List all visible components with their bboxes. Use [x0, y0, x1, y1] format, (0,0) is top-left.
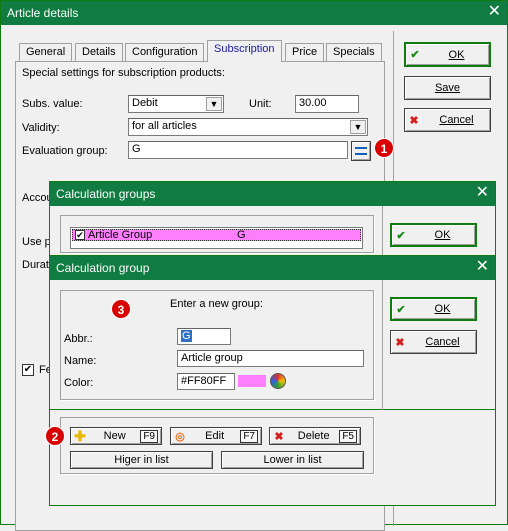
- new-group-button[interactable]: ✚ New F9: [70, 427, 162, 445]
- delete-group-button[interactable]: ✖ Delete F5: [269, 427, 361, 445]
- cancel-label: Cancel: [439, 114, 474, 126]
- ok-button[interactable]: ✔ OK: [404, 42, 491, 67]
- validity-selected: for all articles: [132, 120, 197, 132]
- list-item-name: Article Group: [88, 229, 153, 241]
- color-label: Color:: [64, 377, 94, 389]
- list-item[interactable]: ✔ Article Group G: [72, 229, 361, 241]
- tab-configuration[interactable]: Configuration: [125, 43, 205, 61]
- evaluation-group-picker-button[interactable]: [351, 141, 371, 161]
- unit-field[interactable]: 30.00: [295, 95, 359, 113]
- tab-general[interactable]: General: [19, 43, 73, 61]
- annotation-badge-1: 1: [374, 138, 394, 158]
- checkmark-icon: ✔: [396, 303, 406, 316]
- ok-label: OK: [434, 303, 451, 315]
- abbr-label: Abbr.:: [64, 333, 93, 345]
- subs-value-label: Subs. value:: [22, 98, 83, 110]
- tab-specials[interactable]: Specials: [326, 43, 382, 61]
- use-label-partial: Use p: [22, 236, 51, 248]
- calculation-group-title: Calculation group: [56, 261, 150, 275]
- close-icon[interactable]: ✕: [476, 258, 489, 276]
- edit-ring-icon: ◎: [175, 430, 185, 443]
- groups-list[interactable]: ✔ Article Group G: [70, 227, 363, 249]
- calculation-group-titlebar: Calculation group ✕: [50, 256, 495, 280]
- fe-checkbox[interactable]: ✔: [22, 364, 34, 376]
- tab-details[interactable]: Details: [75, 43, 123, 61]
- evaluation-group-field[interactable]: G: [128, 141, 348, 159]
- new-shortcut-key: F9: [140, 429, 158, 443]
- new-group-prompt: Enter a new group:: [170, 298, 263, 310]
- save-button[interactable]: Save: [404, 76, 491, 100]
- list-icon: [355, 147, 367, 155]
- lower-label: Lower in list: [263, 454, 322, 466]
- evaluation-group-label: Evaluation group:: [22, 145, 108, 157]
- edit-shortcut-key: F7: [240, 429, 258, 443]
- annotation-badge-2: 2: [45, 426, 65, 446]
- cancel-x-icon: ✖: [395, 336, 405, 349]
- edit-label: Edit: [205, 430, 225, 442]
- new-label: New: [103, 430, 126, 442]
- cancel-label: Cancel: [425, 336, 460, 348]
- color-swatch: [238, 375, 266, 387]
- list-item-checkbox[interactable]: ✔: [75, 230, 85, 240]
- duration-label-partial: Durati: [22, 259, 52, 271]
- unit-label: Unit:: [249, 98, 272, 110]
- calculation-group-window: Calculation group ✕ Enter a new group: A…: [49, 255, 496, 410]
- chevron-down-icon[interactable]: ▼: [206, 97, 222, 111]
- delete-label: Delete: [297, 430, 330, 442]
- name-field[interactable]: Article group: [177, 350, 364, 367]
- list-item-abbr: G: [237, 229, 246, 241]
- cancel-button[interactable]: ✖ Cancel: [404, 108, 491, 132]
- tab-subscription[interactable]: Subscription: [207, 40, 282, 62]
- checkmark-icon: ✔: [410, 49, 420, 61]
- chevron-down-icon[interactable]: ▼: [350, 120, 366, 134]
- subs-value-select[interactable]: Debit ▼: [128, 95, 224, 113]
- vertical-divider: [382, 280, 383, 410]
- ok-label: OK: [434, 229, 451, 241]
- higher-label: Higer in list: [114, 454, 169, 466]
- plus-icon: ✚: [74, 427, 86, 444]
- account-label-partial: Accou: [22, 192, 53, 204]
- edit-group-button[interactable]: ◎ Edit F7: [170, 427, 262, 445]
- close-icon[interactable]: ✕: [488, 3, 501, 21]
- palette-icon[interactable]: [270, 373, 286, 389]
- annotation-badge-3: 3: [111, 299, 131, 319]
- calc-group-cancel-button[interactable]: ✖ Cancel: [390, 330, 477, 354]
- calc-group-ok-button[interactable]: ✔ OK: [390, 297, 477, 321]
- article-details-titlebar: Article details ✕: [1, 1, 507, 25]
- calculation-groups-titlebar: Calculation groups ✕: [50, 182, 495, 206]
- close-icon[interactable]: ✕: [476, 184, 489, 202]
- article-details-title: Article details: [7, 6, 79, 20]
- tab-price[interactable]: Price: [285, 43, 325, 61]
- subs-value-selected: Debit: [132, 97, 158, 109]
- validity-label: Validity:: [22, 122, 60, 134]
- delete-shortcut-key: F5: [339, 429, 357, 443]
- cancel-x-icon: ✖: [409, 114, 419, 127]
- lower-in-list-button[interactable]: Lower in list: [221, 451, 364, 469]
- validity-select[interactable]: for all articles ▼: [128, 118, 368, 136]
- subscription-description: Special settings for subscription produc…: [22, 67, 225, 79]
- abbr-field[interactable]: G: [177, 328, 231, 345]
- calc-groups-ok-button[interactable]: ✔ OK: [390, 223, 477, 247]
- calculation-groups-title: Calculation groups: [56, 187, 156, 201]
- abbr-value: G: [181, 330, 192, 342]
- ok-label: OK: [448, 48, 465, 61]
- checkmark-icon: ✔: [396, 229, 406, 242]
- delete-x-icon: ✖: [274, 430, 284, 443]
- name-label: Name:: [64, 355, 97, 367]
- color-field[interactable]: #FF80FF: [177, 373, 235, 390]
- save-label: Save: [434, 82, 461, 94]
- higher-in-list-button[interactable]: Higer in list: [70, 451, 213, 469]
